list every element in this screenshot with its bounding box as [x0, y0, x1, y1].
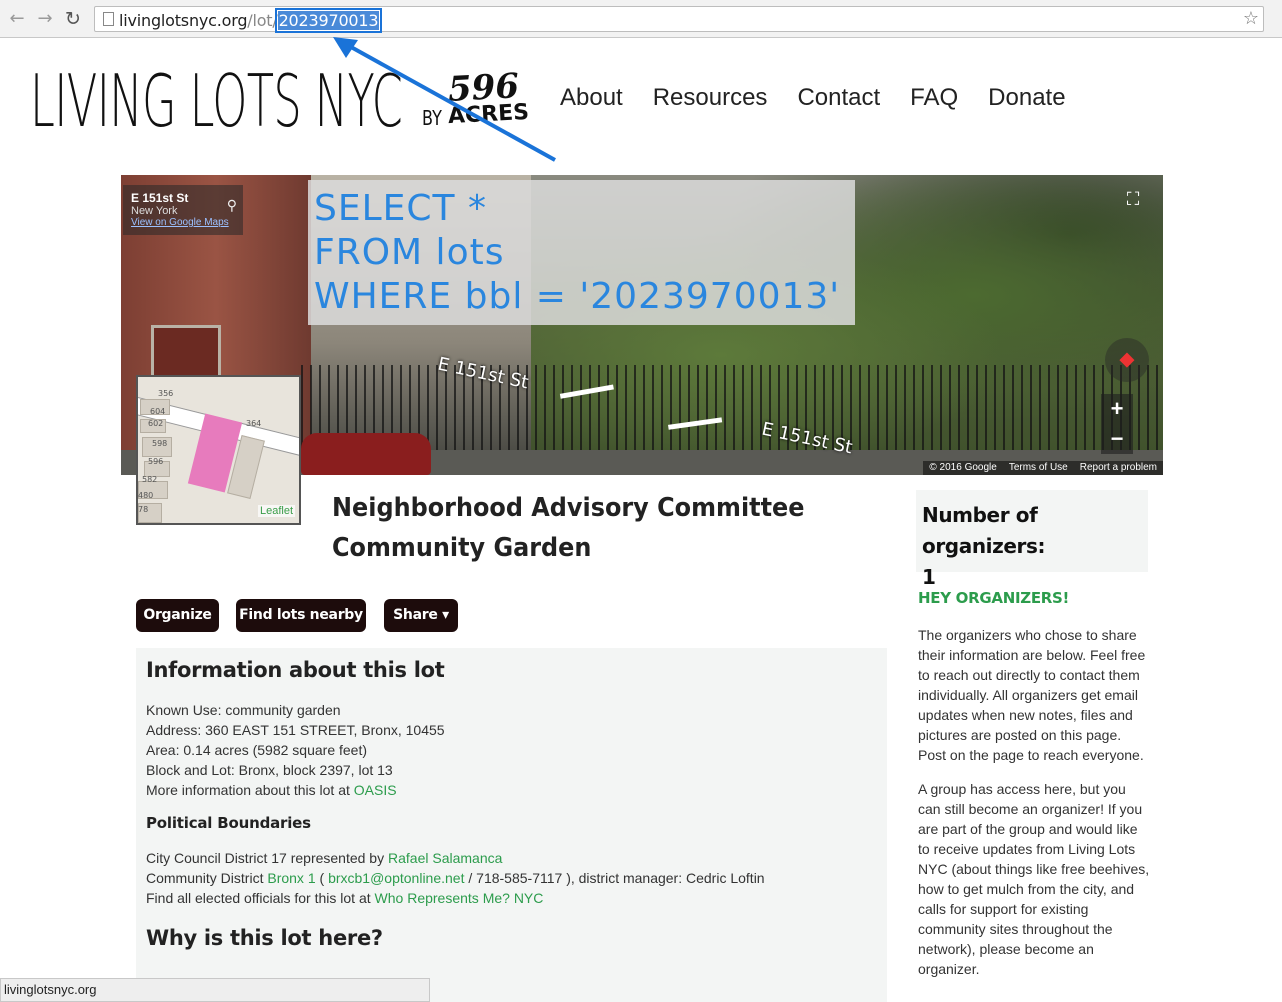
minimap-label: 364: [246, 419, 262, 428]
annotation-arrow-head: [333, 37, 358, 58]
forward-arrow-icon[interactable]: →: [34, 8, 56, 30]
organizer-count-box: Number of organizers: 1: [916, 490, 1148, 589]
community-email-link[interactable]: brxcb1@optonline.net: [328, 870, 464, 886]
council-district: City Council District 17 represented by …: [146, 848, 877, 868]
council-text: City Council District 17 represented by: [146, 850, 388, 866]
nav-donate[interactable]: Donate: [988, 84, 1065, 112]
view-on-google-maps-link[interactable]: View on Google Maps: [131, 217, 235, 228]
why-heading: Why is this lot here?: [146, 926, 383, 950]
sql-line-from: FROM lots: [314, 232, 505, 273]
lot-title: Neighborhood Advisory Committee Communit…: [332, 488, 810, 568]
minimap-label: 602: [148, 419, 164, 428]
info-heading: Information about this lot: [146, 658, 445, 682]
url-text[interactable]: livinglotsnyc.org/lot/2023970013: [119, 8, 383, 33]
oasis-link[interactable]: OASIS: [354, 782, 397, 798]
community-district: Community District Bronx 1 ( brxcb1@opto…: [146, 868, 877, 888]
logo-wordmark: LIVING LOTS NYC: [30, 59, 403, 143]
leaflet-attribution-link[interactable]: Leaflet: [257, 505, 295, 517]
sql-line-select: SELECT *: [314, 188, 487, 229]
street-view-street: E 151st St: [131, 191, 189, 205]
url-path: /lot/: [247, 11, 278, 30]
compass-icon[interactable]: ⬥: [1105, 338, 1149, 382]
logo-by: BY: [422, 106, 442, 130]
community-separator: (: [315, 870, 329, 886]
zoom-control: + −: [1101, 394, 1133, 454]
terms-of-use-link[interactable]: Terms of Use: [1009, 462, 1068, 473]
minimap-label: 78: [138, 505, 149, 514]
street-view-car: [301, 433, 431, 475]
zoom-in-button[interactable]: +: [1101, 394, 1133, 424]
minimap-label: 598: [152, 439, 168, 448]
back-arrow-icon[interactable]: ←: [6, 8, 28, 30]
more-info: More information about this lot at OASIS: [146, 780, 877, 800]
status-bar: livinglotsnyc.org: [0, 978, 430, 1002]
report-problem-link[interactable]: Report a problem: [1080, 462, 1157, 473]
nav-contact[interactable]: Contact: [797, 84, 880, 112]
sql-line-where: WHERE bbl = '2023970013': [314, 276, 841, 317]
share-dropdown-button[interactable]: Share ▾: [384, 599, 458, 632]
street-view-fence: [301, 365, 1163, 455]
lot-minimap[interactable]: 356 604 602 598 596 582 480 78 364 Leafl…: [136, 375, 301, 525]
google-copyright: © 2016 Google: [929, 462, 997, 473]
address: Address: 360 EAST 151 STREET, Bronx, 104…: [146, 722, 445, 738]
organizers-intro: The organizers who chose to share their …: [918, 627, 1146, 763]
nav-about[interactable]: About: [560, 84, 623, 112]
officials-text: Find all elected officials for this lot …: [146, 890, 375, 906]
minimap-label: 582: [142, 475, 158, 484]
street-view-location-card: E 151st St New York View on Google Maps …: [123, 185, 243, 235]
minimap-label: 604: [150, 407, 166, 416]
reload-icon[interactable]: ↻: [62, 8, 84, 30]
minimap-label: 596: [148, 457, 164, 466]
nav-faq[interactable]: FAQ: [910, 84, 958, 112]
url-selected-bbl[interactable]: 2023970013: [274, 8, 383, 33]
who-represents-me-link[interactable]: Who Represents Me? NYC: [375, 890, 544, 906]
elected-officials: Find all elected officials for this lot …: [146, 888, 877, 908]
map-pin-icon: ⚲: [226, 197, 237, 213]
hey-organizers-heading: HEY ORGANIZERS!: [918, 589, 1070, 607]
organize-button[interactable]: Organize: [136, 599, 219, 632]
site-logo[interactable]: LIVING LOTS NYC BY 596 ACRES: [30, 59, 630, 143]
block-and-lot: Block and Lot: Bronx, block 2397, lot 13: [146, 762, 393, 778]
url-host: livinglotsnyc.org: [119, 11, 248, 30]
political-boundaries-heading: Political Boundaries: [146, 814, 311, 832]
find-lots-nearby-button[interactable]: Find lots nearby: [236, 599, 366, 632]
lot-title-line1: Neighborhood Advisory Committee: [332, 493, 805, 523]
logo-acres: ACRES: [447, 99, 530, 130]
community-details: / 718-585-7117 ), district manager: Cedr…: [464, 870, 765, 886]
lot-title-line2: Community Garden: [332, 533, 592, 563]
main-nav: About Resources Contact FAQ Donate: [560, 84, 1096, 112]
street-view-city: New York: [131, 205, 178, 217]
nav-resources[interactable]: Resources: [653, 84, 768, 112]
community-board-link[interactable]: Bronx 1: [267, 870, 315, 886]
address-bar[interactable]: livinglotsnyc.org/lot/2023970013 ☆: [94, 6, 1264, 33]
bookmark-star-icon[interactable]: ☆: [1243, 8, 1259, 29]
community-text: Community District: [146, 870, 268, 886]
organizers-label: Number of organizers:: [922, 503, 1046, 558]
known-use: Known Use: community garden: [146, 702, 341, 718]
more-info-text: More information about this lot at: [146, 782, 354, 798]
street-view-footer: © 2016 Google Terms of Use Report a proble…: [923, 461, 1163, 475]
fullscreen-icon[interactable]: ⛶: [1121, 187, 1145, 211]
minimap-label: 480: [138, 491, 154, 500]
council-member-link[interactable]: Rafael Salamanca: [388, 850, 502, 866]
minimap-label: 356: [158, 389, 174, 398]
browser-toolbar: ← → ↻ livinglotsnyc.org/lot/2023970013 ☆: [0, 0, 1282, 38]
zoom-out-button[interactable]: −: [1101, 424, 1133, 454]
lot-info-panel: Information about this lot Known Use: co…: [136, 648, 887, 1002]
become-organizer-text: A group has access here, but you can sti…: [918, 781, 1150, 977]
page-icon: [103, 12, 114, 26]
area: Area: 0.14 acres (5982 square feet): [146, 742, 368, 758]
sql-annotation: SELECT * FROM lots WHERE bbl = '20239700…: [308, 180, 855, 325]
